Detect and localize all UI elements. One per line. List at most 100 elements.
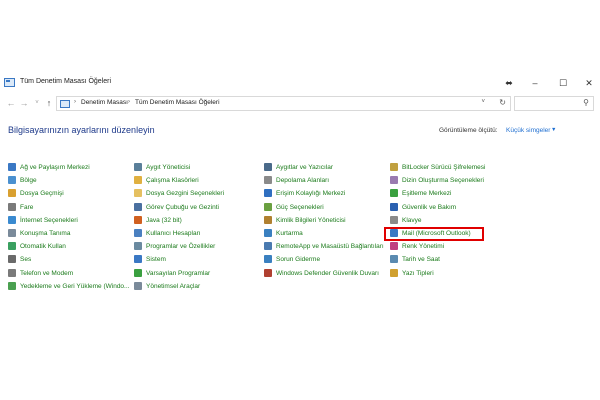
color-management-icon — [390, 242, 398, 251]
system-icon — [134, 255, 142, 264]
control-panel-item-label: Erişim Kolaylığı Merkezi — [276, 190, 346, 198]
device-manager-icon — [134, 163, 142, 171]
keyboard-icon — [390, 215, 398, 224]
address-bar[interactable]: › Denetim Masası › Tüm Denetim Masası Öğ… — [56, 96, 511, 111]
control-panel-item-label: Klavye — [402, 216, 422, 224]
control-panel-item-label: Güvenlik ve Bakım — [402, 203, 457, 211]
control-panel-item-label: Kurtarma — [276, 230, 303, 237]
default-programs-icon — [134, 268, 142, 277]
control-panel-item-label: Depolama Alanları — [276, 177, 330, 185]
maximize-button[interactable]: ☐ — [552, 76, 574, 90]
snap-icon[interactable]: ⬌ — [498, 76, 520, 90]
control-panel-item-label: Ağ ve Paylaşım Merkezi — [20, 164, 90, 171]
forward-arrow-icon[interactable]: → — [18, 97, 30, 110]
recent-locations-icon[interactable]: ˅ — [31, 97, 43, 110]
up-arrow-icon[interactable]: ↑ — [43, 97, 55, 110]
firewall-icon — [264, 268, 272, 277]
speech-icon — [8, 229, 16, 237]
navigation-bar: ← → ˅ ↑ › Denetim Masası › Tüm Denetim M… — [0, 94, 600, 114]
control-panel-item-label: Ses — [20, 256, 32, 264]
user-accounts-icon — [134, 229, 142, 237]
control-panel-item-label: Bölge — [20, 177, 37, 185]
refresh-icon[interactable]: ↻ — [499, 98, 506, 107]
credentials-icon — [264, 215, 272, 224]
window-title: Tüm Denetim Masası Öğeleri — [20, 78, 112, 85]
work-folders-icon — [134, 176, 142, 185]
highlight-box — [384, 227, 484, 241]
control-panel-item-label: BitLocker Sürücü Şifrelemesi — [402, 164, 486, 171]
search-icon: ⚲ — [583, 98, 589, 107]
control-panel-item-label: Dosya Geçmişi — [20, 190, 64, 198]
admin-tools-icon — [134, 281, 142, 290]
mouse-icon — [8, 202, 16, 211]
control-panel-item-label: Dosya Gezgini Seçenekleri — [146, 190, 225, 198]
autoplay-icon — [8, 242, 16, 251]
control-panel-item-label: İnternet Seçenekleri — [20, 216, 78, 224]
network-icon — [8, 163, 16, 171]
folder-options-icon — [134, 189, 142, 198]
control-panel-item-label: RemoteApp ve Masaüstü Bağlantıları — [276, 243, 384, 251]
control-panel-item-label: Kullanıcı Hesapları — [146, 230, 201, 237]
fonts-icon — [390, 268, 398, 277]
security-flag-icon — [390, 202, 398, 211]
control-panel-item-label: Kimlik Bilgileri Yöneticisi — [276, 216, 346, 224]
control-panel-item-label: Güç Seçenekleri — [276, 203, 324, 211]
troubleshooting-icon — [264, 255, 272, 264]
search-input[interactable]: ⚲ — [514, 96, 594, 111]
region-icon — [8, 176, 16, 185]
phone-modem-icon — [8, 268, 16, 277]
accessibility-icon — [264, 189, 272, 198]
programs-icon — [134, 242, 142, 251]
storage-icon — [264, 176, 272, 185]
backup-icon — [8, 281, 16, 290]
chevron-down-icon[interactable]: ▼ — [551, 127, 556, 133]
minimize-button[interactable]: – — [524, 76, 546, 90]
control-panel-item-label: Aygıtlar ve Yazıcılar — [276, 164, 334, 171]
back-arrow-icon[interactable]: ← — [5, 97, 17, 110]
breadcrumb-separator: › — [128, 99, 130, 105]
close-button[interactable]: ✕ — [578, 76, 600, 90]
printer-icon — [264, 163, 272, 171]
window-titlebar: Tüm Denetim Masası Öğeleri ⬌ – ☐ ✕ — [0, 74, 600, 94]
control-panel-item-label: Otomatik Kullan — [20, 243, 66, 251]
page-title: Bilgisayarınızın ayarlarını düzenleyin — [8, 125, 155, 135]
breadcrumb-separator: › — [74, 99, 76, 105]
control-panel-item-label: Yedekleme ve Geri Yükleme (Windo... — [20, 282, 130, 290]
control-panel-item-label: Sistem — [146, 256, 166, 264]
control-panel-item-label: Konuşma Tanıma — [20, 230, 71, 237]
control-panel-item-label: Java (32 bit) — [146, 216, 182, 224]
sync-icon — [390, 189, 398, 198]
control-panel-item-label: Windows Defender Güvenlik Duvarı — [276, 269, 379, 277]
java-icon — [134, 215, 142, 224]
power-icon — [264, 202, 272, 211]
control-panel-item-label: Sorun Giderme — [276, 256, 321, 264]
breadcrumb-control-panel[interactable]: Denetim Masası — [81, 99, 128, 106]
control-panel-item-label: Fare — [20, 203, 34, 211]
internet-icon — [8, 215, 16, 224]
control-panel-item-label: Tarih ve Saat — [402, 256, 440, 264]
control-panel-item-label: Dizin Oluşturma Seçenekleri — [402, 177, 485, 185]
file-history-icon — [8, 189, 16, 198]
control-panel-item-label: Çalışma Klasörleri — [146, 177, 199, 185]
control-panel-item-label: Telefon ve Modem — [20, 269, 74, 277]
control-panel-icon — [60, 100, 70, 108]
control-panel-item-label: Programlar ve Özellikler — [146, 243, 216, 251]
taskbar-icon — [134, 202, 142, 211]
control-panel-item-label: Yönetimsel Araçlar — [146, 282, 201, 290]
control-panel-item-label: Renk Yönetimi — [402, 243, 445, 251]
control-panel-item-label: Görev Çubuğu ve Gezinti — [146, 203, 219, 211]
control-panel-item-label: Eşitleme Merkezi — [402, 190, 452, 198]
sound-icon — [8, 255, 16, 264]
date-time-icon — [390, 255, 398, 264]
control-panel-icon — [4, 78, 15, 87]
control-panel-item-label: Yazı Tipleri — [402, 269, 434, 277]
view-by-label: Görüntüleme ölçütü: — [439, 127, 498, 134]
address-dropdown-icon[interactable]: ˅ — [481, 99, 485, 105]
recovery-icon — [264, 229, 272, 237]
control-panel-item-label: Varsayılan Programlar — [146, 269, 211, 277]
bitlocker-icon — [390, 163, 398, 171]
breadcrumb-all-items[interactable]: Tüm Denetim Masası Öğeleri — [135, 99, 220, 106]
view-by-dropdown[interactable]: Küçük simgeler — [506, 127, 550, 134]
control-panel-item-label: Aygıt Yöneticisi — [146, 164, 191, 171]
indexing-icon — [390, 176, 398, 185]
